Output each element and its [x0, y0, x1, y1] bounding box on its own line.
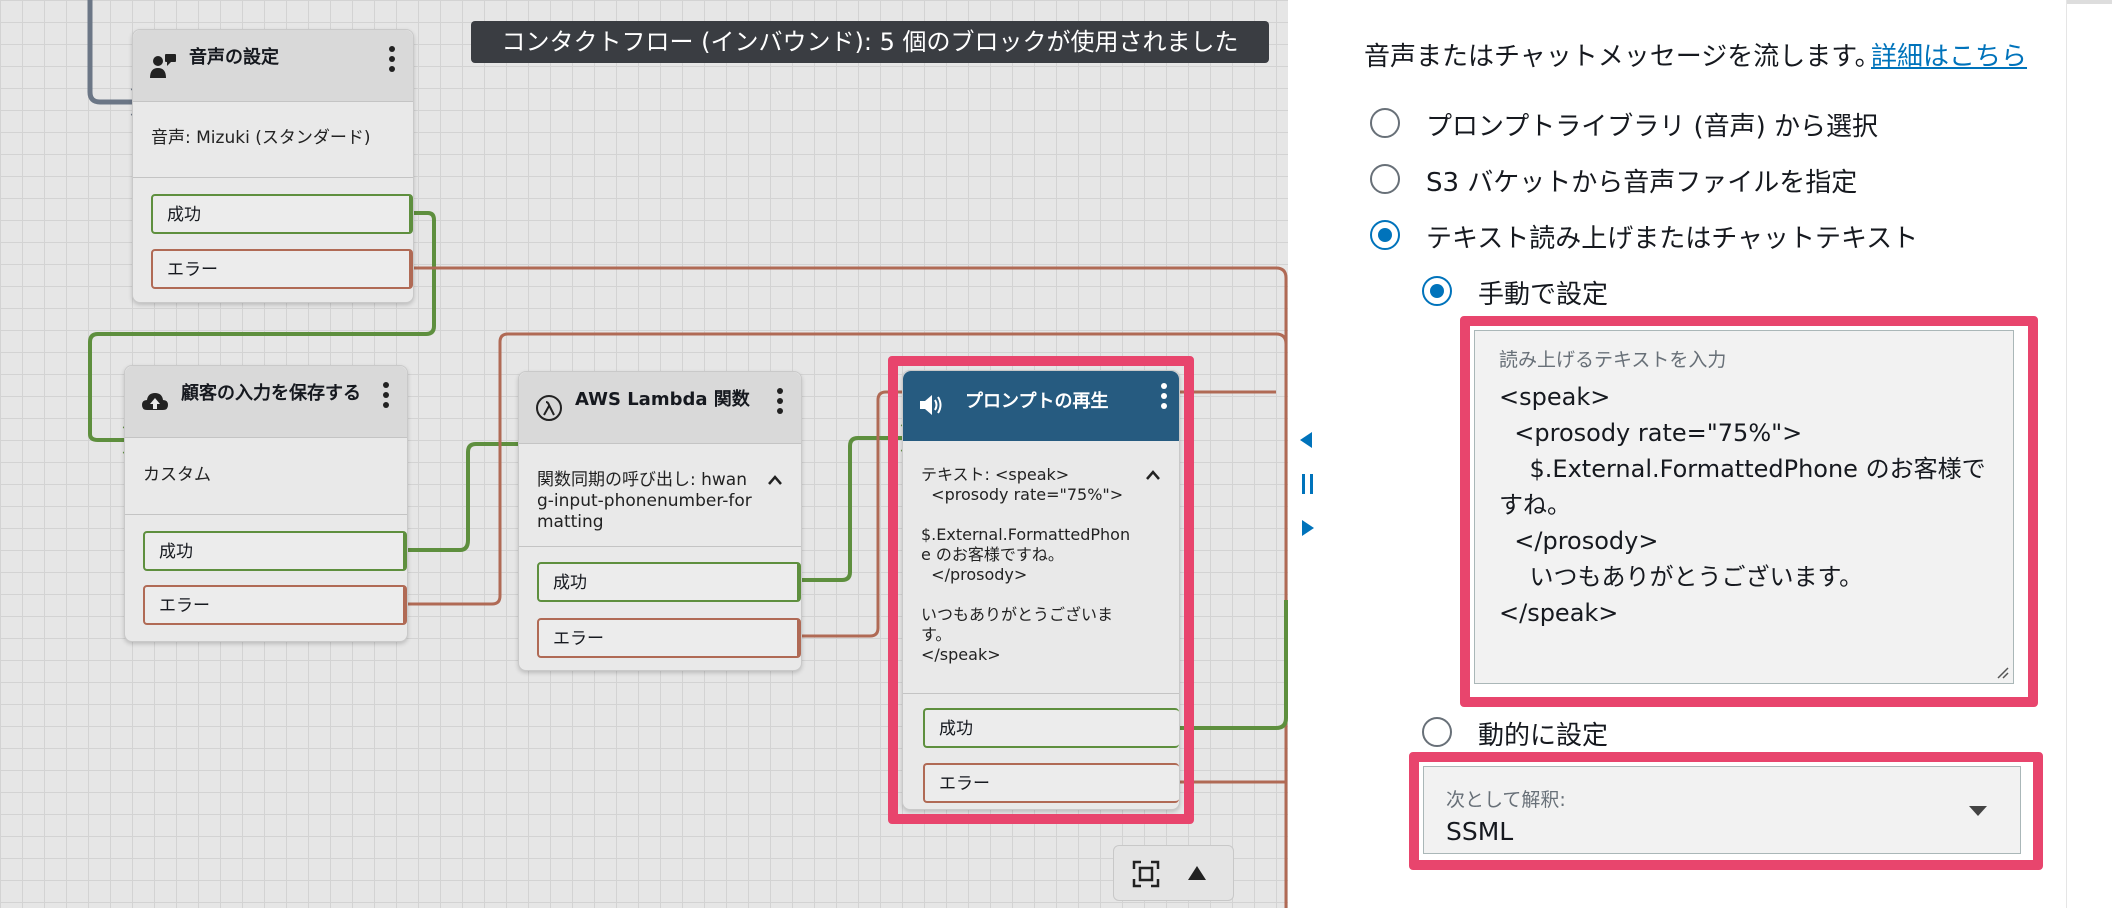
wire-prompt-success — [1180, 600, 1288, 730]
branch-error[interactable]: エラー — [143, 585, 407, 625]
radio-dynamic-label: 動的に設定 — [1478, 721, 1609, 751]
block-title: 音声の設定 — [189, 47, 279, 68]
radio-dynamic[interactable] — [1422, 717, 1452, 747]
branch-error[interactable]: エラー — [151, 249, 413, 289]
highlight-text-input — [1460, 316, 2038, 707]
kebab-menu-icon[interactable] — [387, 46, 397, 76]
triangle-up-icon[interactable] — [1186, 864, 1208, 882]
divider — [125, 514, 407, 515]
block-body: カスタム — [143, 465, 211, 485]
highlight-play-prompt-block — [888, 356, 1194, 824]
radio-text-to-speech[interactable] — [1370, 220, 1400, 250]
lambda-icon — [536, 395, 562, 421]
block-aws-lambda[interactable]: AWS Lambda 関数 関数同期の呼び出し: hwang-input-pho… — [518, 371, 802, 671]
panel-splitter[interactable] — [1296, 430, 1320, 538]
panel-scrollbar[interactable] — [2066, 0, 2112, 908]
chevron-up-icon[interactable] — [767, 474, 783, 486]
panel-description: 音声またはチャットメッセージを流します。 — [1364, 42, 1881, 72]
radio-prompt-library[interactable] — [1370, 108, 1400, 138]
radio-manual-label: 手動で設定 — [1478, 280, 1609, 310]
branch-error[interactable]: エラー — [537, 618, 801, 658]
wire-store-success — [408, 442, 528, 552]
flow-canvas[interactable]: コンタクトフロー (インバウンド): 5 個のブロックが使用されました 音声の設… — [0, 0, 1288, 908]
block-voice-settings[interactable]: 音声の設定 音声: Mizuki (スタンダード) 成功 エラー — [132, 29, 414, 303]
cloud-upload-icon — [142, 393, 168, 410]
block-body: 音声: Mizuki (スタンダード) — [151, 128, 371, 148]
canvas-zoom-controls — [1113, 845, 1234, 901]
branch-success[interactable]: 成功 — [143, 531, 407, 571]
voice-settings-icon — [150, 54, 176, 78]
fit-to-screen-icon[interactable] — [1132, 860, 1160, 888]
radio-manual[interactable] — [1422, 276, 1452, 306]
divider — [133, 177, 413, 178]
kebab-menu-icon[interactable] — [381, 382, 391, 412]
block-header[interactable]: AWS Lambda 関数 — [519, 372, 801, 444]
pause-handle-icon — [1302, 474, 1305, 494]
kebab-menu-icon[interactable] — [775, 388, 785, 418]
block-title: AWS Lambda 関数 — [575, 389, 750, 410]
radio-s3-bucket-label: S3 バケットから音声ファイルを指定 — [1426, 168, 1858, 198]
radio-text-to-speech-label: テキスト読み上げまたはチャットテキスト — [1426, 224, 1919, 254]
branch-success[interactable]: 成功 — [151, 194, 413, 234]
highlight-interpret-select — [1409, 752, 2043, 870]
collapse-left-icon — [1300, 432, 1312, 448]
expand-right-icon — [1302, 520, 1314, 536]
block-title: 顧客の入力を保存する — [181, 383, 361, 404]
radio-prompt-library-label: プロンプトライブラリ (音声) から選択 — [1426, 112, 1879, 142]
block-body: 関数同期の呼び出し: hwang-input-phonenumber-forma… — [537, 470, 752, 532]
radio-s3-bucket[interactable] — [1370, 164, 1400, 194]
block-count-banner: コンタクトフロー (インバウンド): 5 個のブロックが使用されました — [471, 21, 1269, 63]
branch-success[interactable]: 成功 — [537, 562, 801, 602]
block-header[interactable]: 顧客の入力を保存する — [125, 366, 407, 438]
learn-more-link[interactable]: 詳細はこちら — [1871, 36, 2027, 73]
divider — [519, 546, 801, 547]
block-store-customer-input[interactable]: 顧客の入力を保存する カスタム 成功 エラー — [124, 365, 408, 642]
block-header[interactable]: 音声の設定 — [133, 30, 413, 102]
